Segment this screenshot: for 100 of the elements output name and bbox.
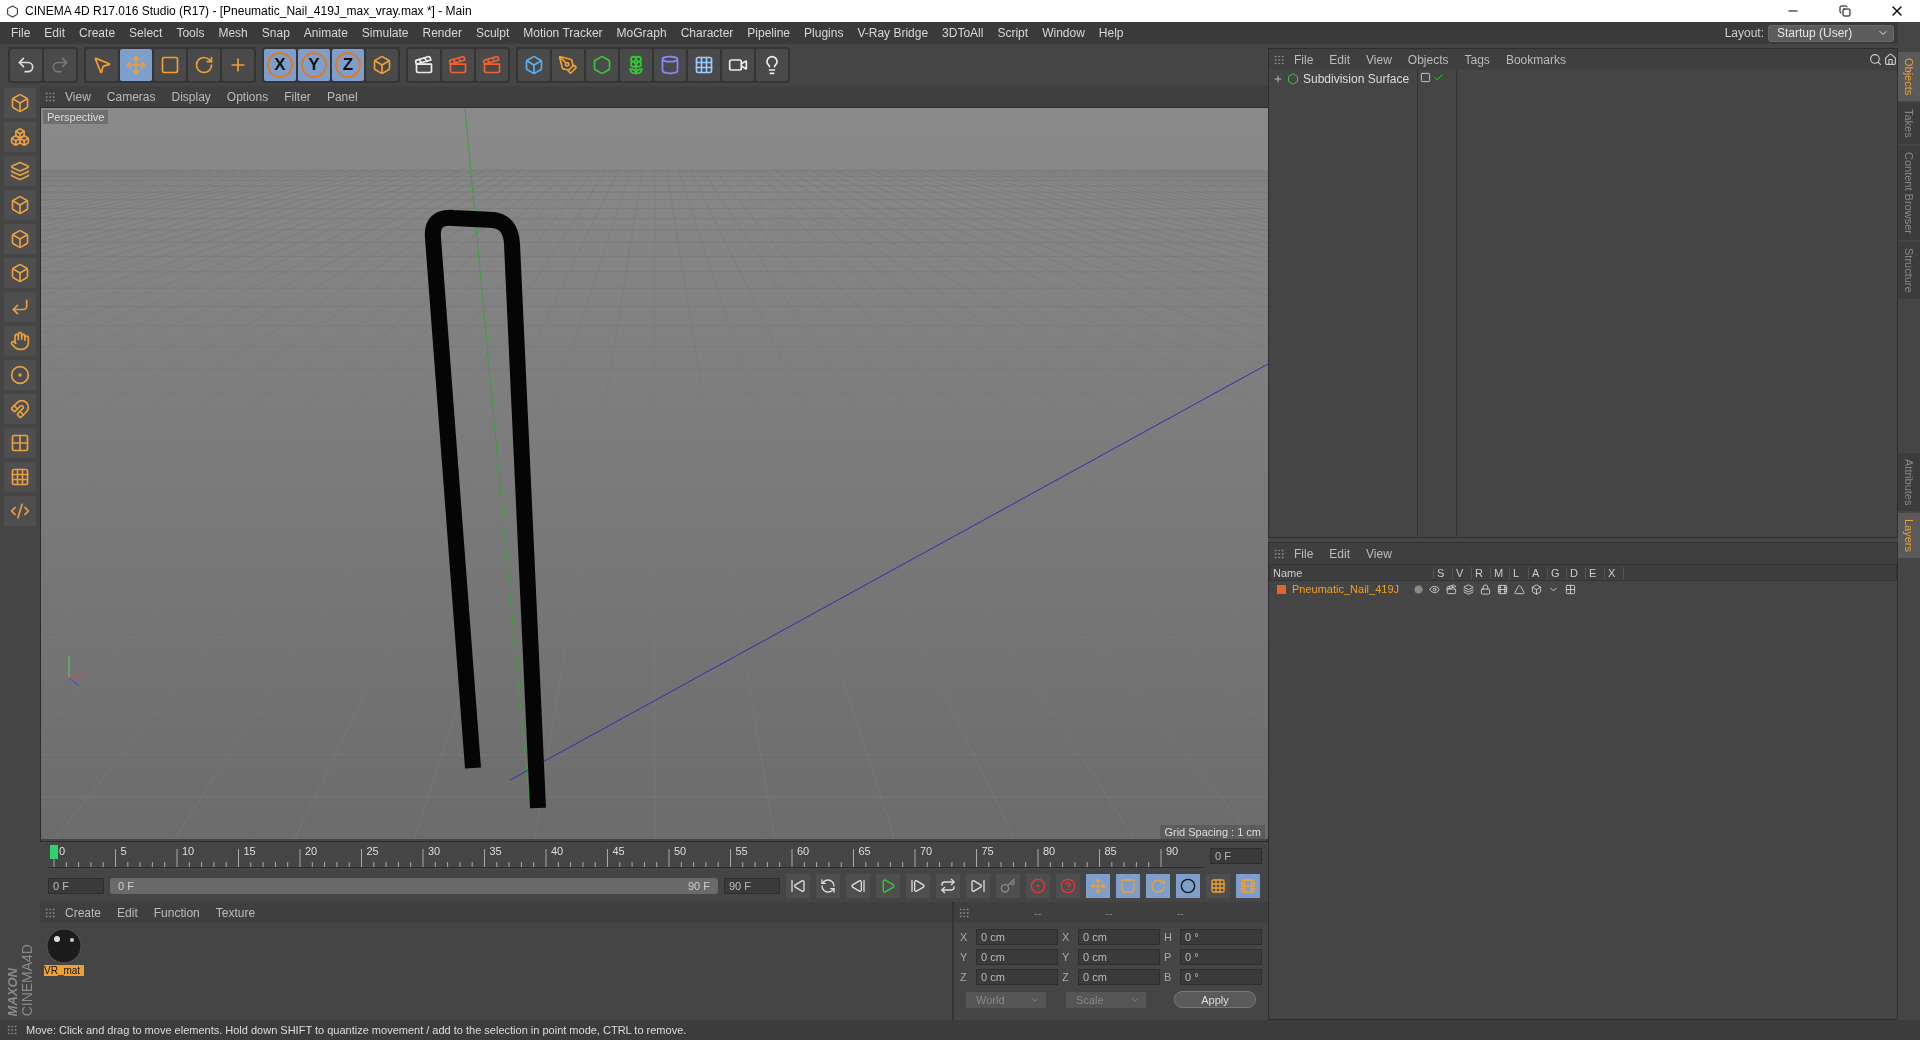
menu-item[interactable]: Options	[219, 89, 276, 104]
cube-button[interactable]	[4, 88, 36, 118]
menu-item[interactable]: Character	[673, 22, 741, 44]
menu-item[interactable]: View	[1359, 52, 1399, 67]
position-field[interactable]: 0 cm	[976, 949, 1058, 965]
menu-item[interactable]: Sculpt	[468, 22, 517, 44]
side-tab[interactable]: Objects	[1898, 52, 1920, 102]
pen-button[interactable]	[552, 49, 584, 81]
menu-item[interactable]: Objects	[1400, 52, 1456, 67]
menu-item[interactable]: Mesh	[211, 22, 255, 44]
column-header[interactable]: R	[1472, 566, 1491, 579]
column-header[interactable]: M	[1491, 566, 1510, 579]
next-frame-button[interactable]	[906, 874, 930, 898]
menu-item[interactable]: Edit	[110, 905, 145, 920]
menu-item[interactable]: Script	[990, 22, 1036, 44]
light-button[interactable]	[756, 49, 788, 81]
menu-item[interactable]: Motion Tracker	[516, 22, 610, 44]
column-header[interactable]: Name	[1270, 566, 1434, 579]
size-field[interactable]: 0 cm	[1078, 949, 1160, 965]
menu-item[interactable]: Texture	[208, 905, 263, 920]
layer-color[interactable]	[1277, 584, 1286, 594]
material-item[interactable]: VR_mat	[44, 927, 84, 976]
go-to-start-button[interactable]	[786, 874, 810, 898]
camera-button[interactable]	[722, 49, 754, 81]
menu-item[interactable]: MoGraph	[609, 22, 674, 44]
play-button[interactable]	[876, 874, 900, 898]
menu-item[interactable]: Window	[1035, 22, 1092, 44]
axis-lock-button[interactable]: Z	[332, 49, 364, 81]
menu-item[interactable]: Edit	[37, 22, 73, 44]
menu-item[interactable]: Tags	[1457, 52, 1497, 67]
current-frame-field[interactable]: 0 F	[1210, 848, 1262, 864]
column-header[interactable]: E	[1586, 566, 1605, 579]
cube-button[interactable]	[518, 49, 550, 81]
undo-button[interactable]	[10, 49, 42, 81]
rotation-field[interactable]: 0 °	[1180, 969, 1262, 985]
size-field[interactable]: 0 cm	[1078, 929, 1160, 945]
go-to-end-button[interactable]	[966, 874, 990, 898]
menu-item[interactable]: File	[1287, 546, 1321, 561]
menu-item[interactable]: Function	[146, 905, 207, 920]
menu-item[interactable]: Create	[58, 905, 109, 920]
menu-item[interactable]: 3DToAll	[935, 22, 991, 44]
view-icon[interactable]	[1429, 583, 1440, 595]
apply-button[interactable]: Apply	[1174, 991, 1256, 1008]
playhead[interactable]	[50, 844, 58, 859]
expand-icon[interactable]	[1273, 74, 1283, 84]
menu-item[interactable]: Simulate	[354, 22, 416, 44]
layer-name[interactable]: Pneumatic_Nail_419J	[1292, 583, 1408, 595]
menu-item[interactable]: Plugins	[797, 22, 851, 44]
position-field[interactable]: 0 cm	[976, 969, 1058, 985]
column-header[interactable]: L	[1510, 566, 1529, 579]
magnet-button[interactable]	[4, 394, 36, 424]
snap-button[interactable]	[4, 360, 36, 390]
position-field[interactable]: 0 cm	[976, 929, 1058, 945]
menu-item[interactable]: Pipeline	[740, 22, 798, 44]
column-header[interactable]: S	[1434, 566, 1453, 579]
enabled-check-icon[interactable]	[1433, 72, 1444, 83]
axis-lock-button[interactable]: Y	[298, 49, 330, 81]
home-icon[interactable]	[1884, 53, 1897, 66]
menu-item[interactable]: Bookmarks	[1498, 52, 1573, 67]
grid-button[interactable]	[4, 462, 36, 492]
size-field[interactable]: 0 cm	[1078, 969, 1160, 985]
render-view-button[interactable]	[408, 49, 440, 81]
rotate-tool-button[interactable]	[188, 49, 220, 81]
side-tab[interactable]: Layers	[1898, 512, 1920, 558]
menu-item[interactable]: File	[4, 22, 38, 44]
menu-item[interactable]: View	[1359, 546, 1399, 561]
column-header[interactable]: D	[1567, 566, 1586, 579]
object-name[interactable]: Subdivision Surface	[1303, 72, 1410, 86]
layout-dropdown[interactable]: Startup (User)	[1768, 24, 1894, 42]
column-header[interactable]: V	[1453, 566, 1472, 579]
axis-lock-button[interactable]: X	[264, 49, 296, 81]
menu-item[interactable]: Edit	[1322, 52, 1358, 67]
menu-item[interactable]: Cameras	[99, 89, 163, 104]
select-arrow-tool-button[interactable]	[86, 49, 118, 81]
render-icon[interactable]	[1446, 583, 1457, 595]
column-header[interactable]: G	[1548, 566, 1567, 579]
end-frame-field[interactable]: 90 F	[724, 878, 780, 894]
menu-item[interactable]: Edit	[1322, 546, 1358, 561]
timeline-ruler[interactable]: 0 5 10 15 20 25 30 35 40 45 50 55 60 65 70 75 80 85 90	[48, 844, 1204, 868]
menu-item[interactable]: Display	[164, 89, 218, 104]
menu-item[interactable]: Create	[72, 22, 123, 44]
scale-tool-button[interactable]	[154, 49, 186, 81]
previous-frame-button[interactable]	[846, 874, 870, 898]
menu-item[interactable]: Render	[415, 22, 469, 44]
start-frame-field[interactable]: 0 F	[48, 878, 104, 894]
search-icon[interactable]	[1869, 53, 1882, 66]
column-header[interactable]: X	[1605, 566, 1624, 579]
hand-button[interactable]	[4, 326, 36, 356]
frame-range-slider[interactable]: 0 F 90 F	[110, 878, 718, 894]
menu-item[interactable]: File	[1287, 52, 1321, 67]
menu-item[interactable]: V-Ray Bridge	[850, 22, 936, 44]
menu-item[interactable]: Tools	[169, 22, 212, 44]
lock-icon[interactable]	[1480, 583, 1491, 595]
menu-item[interactable]: Panel	[319, 89, 365, 104]
menu-item[interactable]: Help	[1091, 22, 1131, 44]
rotation-field[interactable]: 0 °	[1180, 949, 1262, 965]
menu-item[interactable]: Select	[122, 22, 170, 44]
menu-item[interactable]: Animate	[296, 22, 355, 44]
layers-button[interactable]	[4, 156, 36, 186]
animation-icon[interactable]	[1497, 583, 1508, 595]
